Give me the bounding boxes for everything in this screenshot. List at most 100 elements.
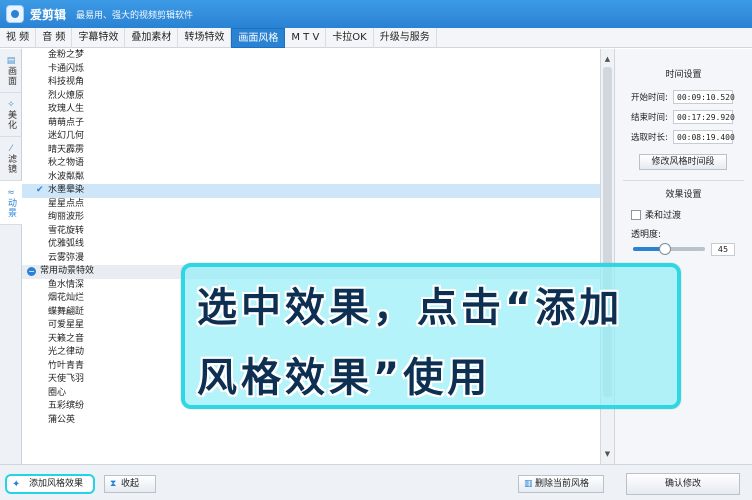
effect-label: 水墨晕染: [48, 185, 85, 195]
opacity-slider-thumb[interactable]: [659, 243, 672, 255]
menu-tab[interactable]: 视 频: [0, 28, 37, 48]
beautify-icon: ✧: [7, 99, 15, 110]
app-slogan: 最易用、强大的视频剪辑软件: [76, 10, 194, 21]
menu-tab[interactable]: 升级与服务: [374, 28, 437, 48]
duration-field: 00:08:19.400: [673, 130, 735, 144]
collapse-icon: ⧗: [110, 479, 117, 489]
side-tab-label: 动景: [6, 197, 16, 218]
effect-label: 天使飞羽: [48, 374, 85, 384]
side-tab[interactable]: ▤ 画面: [0, 49, 22, 93]
menu-tab[interactable]: 音 频: [36, 28, 73, 48]
effect-label: 云雾弥漫: [48, 252, 85, 263]
collapse-group-icon[interactable]: −: [27, 267, 36, 276]
soft-transition-label: 柔和过渡: [645, 211, 682, 221]
effect-list-item[interactable]: 雪花旋转: [22, 225, 600, 239]
opacity-slider-row: 45: [615, 242, 752, 256]
magic-wand-icon: ✦: [12, 479, 21, 490]
side-tabs: ▤ 画面 ✧ 美化 ⁄ 滤镜 ≈ 动景: [0, 49, 22, 464]
end-time-field[interactable]: 00:17:29.920: [673, 110, 735, 124]
soft-transition-checkbox[interactable]: [631, 209, 641, 220]
instruction-line-2: 风格效果”使用: [197, 355, 492, 401]
delete-current-style-label: 删除当前风格: [535, 479, 590, 489]
effect-list-item[interactable]: 烈火燎原: [22, 90, 600, 104]
side-tab[interactable]: ✧ 美化: [0, 93, 22, 137]
effect-label: 玫瑰人生: [48, 104, 85, 114]
side-tab-label: 美化: [6, 109, 16, 130]
confirm-modify-button[interactable]: 确认修改: [626, 473, 740, 495]
effect-list-item[interactable]: 金粉之梦: [22, 49, 600, 63]
scroll-up-arrow-icon[interactable]: ▲: [601, 53, 614, 65]
start-time-field[interactable]: 00:09:10.520: [673, 90, 735, 104]
instruction-line-1: 选中效果，点击“添加: [197, 285, 624, 331]
effect-list-item[interactable]: 萌萌点子: [22, 117, 600, 131]
motion-icon: ≈: [7, 187, 15, 198]
bottom-bar: ✦ 添加风格效果 ⧗ 收起 ▥ 删除当前风格 确认修改: [0, 464, 752, 500]
effect-label: 烟花灿烂: [48, 293, 85, 303]
effect-list-item[interactable]: 迷幻几何: [22, 130, 600, 144]
collapse-button[interactable]: ⧗ 收起: [104, 475, 156, 493]
time-settings-title: 时间设置: [665, 70, 702, 80]
effect-label: 蒲公英: [48, 414, 76, 425]
scroll-down-arrow-icon[interactable]: ▼: [601, 448, 614, 460]
effect-label: 星星点点: [48, 198, 85, 209]
instruction-overlay: 选中效果，点击“添加 风格效果”使用: [181, 263, 681, 409]
effect-list-item[interactable]: 卡通闪烁: [22, 63, 600, 77]
effect-list-item[interactable]: 水波粼粼: [22, 171, 600, 185]
menu-tab[interactable]: 画面风格: [231, 28, 286, 48]
effect-list-item[interactable]: 晴天霹雳: [22, 144, 600, 158]
effect-label: 晴天霹雳: [48, 144, 85, 155]
side-tab-label: 滤镜: [6, 153, 16, 174]
effect-list-item[interactable]: 科技视角: [22, 76, 600, 90]
menu-tab[interactable]: 叠加素材: [125, 28, 179, 48]
side-tab[interactable]: ⁄ 滤镜: [0, 137, 22, 181]
side-tab-label: 画面: [6, 65, 16, 86]
title-bar: 爱剪辑 最易用、强大的视频剪辑软件: [0, 0, 752, 28]
menu-tab[interactable]: 字幕特效: [72, 28, 126, 48]
effect-label: 金粉之梦: [48, 50, 85, 60]
effect-label: 秋之物语: [48, 158, 85, 168]
add-style-effect-button[interactable]: ✦ 添加风格效果: [5, 474, 95, 494]
effect-list-item[interactable]: ✔ 水墨晕染: [22, 184, 600, 198]
effect-label: 烈火燎原: [48, 90, 85, 101]
menu-tab[interactable]: M T V: [285, 28, 327, 48]
effect-label: 科技视角: [48, 77, 85, 87]
effect-label: 萌萌点子: [48, 117, 85, 128]
delete-current-style-button[interactable]: ▥ 删除当前风格: [518, 475, 604, 493]
effect-list-item[interactable]: 星星点点: [22, 198, 600, 212]
effect-label: 光之律动: [48, 347, 85, 357]
effect-list-item[interactable]: 绚丽波形: [22, 211, 600, 225]
effect-list-item[interactable]: 秋之物语: [22, 157, 600, 171]
menu-tab[interactable]: 卡拉OK: [326, 28, 374, 48]
effect-list-item[interactable]: 蒲公英: [22, 414, 600, 428]
effect-label: 圈心: [48, 387, 67, 398]
side-tab[interactable]: ≈ 动景: [0, 181, 22, 225]
effect-label: 雪花旋转: [48, 225, 85, 236]
add-style-effect-label: 添加风格效果: [29, 479, 84, 489]
trash-icon: ▥: [524, 479, 533, 489]
effect-group-label: 常用动景特效: [40, 266, 95, 276]
soft-transition-row[interactable]: 柔和过渡: [615, 208, 752, 221]
effect-label: 天籁之音: [48, 333, 85, 344]
end-time-label: 结束时间:: [631, 113, 668, 123]
modify-style-time-button[interactable]: 修改风格时间段: [639, 154, 727, 170]
checkmark-icon: ✔: [36, 185, 44, 195]
app-logo-icon: [6, 5, 24, 23]
filter-icon: ⁄: [10, 143, 12, 154]
opacity-label: 透明度:: [631, 230, 662, 240]
menu-tab[interactable]: 转场特效: [178, 28, 232, 48]
app-title: 爱剪辑: [30, 7, 67, 22]
effect-settings-title: 效果设置: [665, 190, 702, 200]
effect-label: 绚丽波形: [48, 212, 85, 222]
effect-label: 蝶舞翩跹: [48, 306, 85, 317]
duration-label: 选取时长:: [631, 133, 668, 143]
effect-list-item[interactable]: 玫瑰人生: [22, 103, 600, 117]
effect-label: 迷幻几何: [48, 131, 85, 141]
menu-bar: 视 频音 频字幕特效 叠加素材 转场特效 画面风格 M T V 卡拉OK 升级与服务: [0, 28, 752, 48]
effect-list-item[interactable]: 优雅弧线: [22, 238, 600, 252]
effect-label: 优雅弧线: [48, 239, 85, 249]
start-time-label: 开始时间:: [631, 93, 668, 103]
opacity-slider[interactable]: [633, 243, 705, 255]
effect-label: 竹叶青青: [48, 360, 85, 371]
panel-divider: [623, 180, 744, 181]
opacity-value-field[interactable]: 45: [711, 242, 735, 256]
